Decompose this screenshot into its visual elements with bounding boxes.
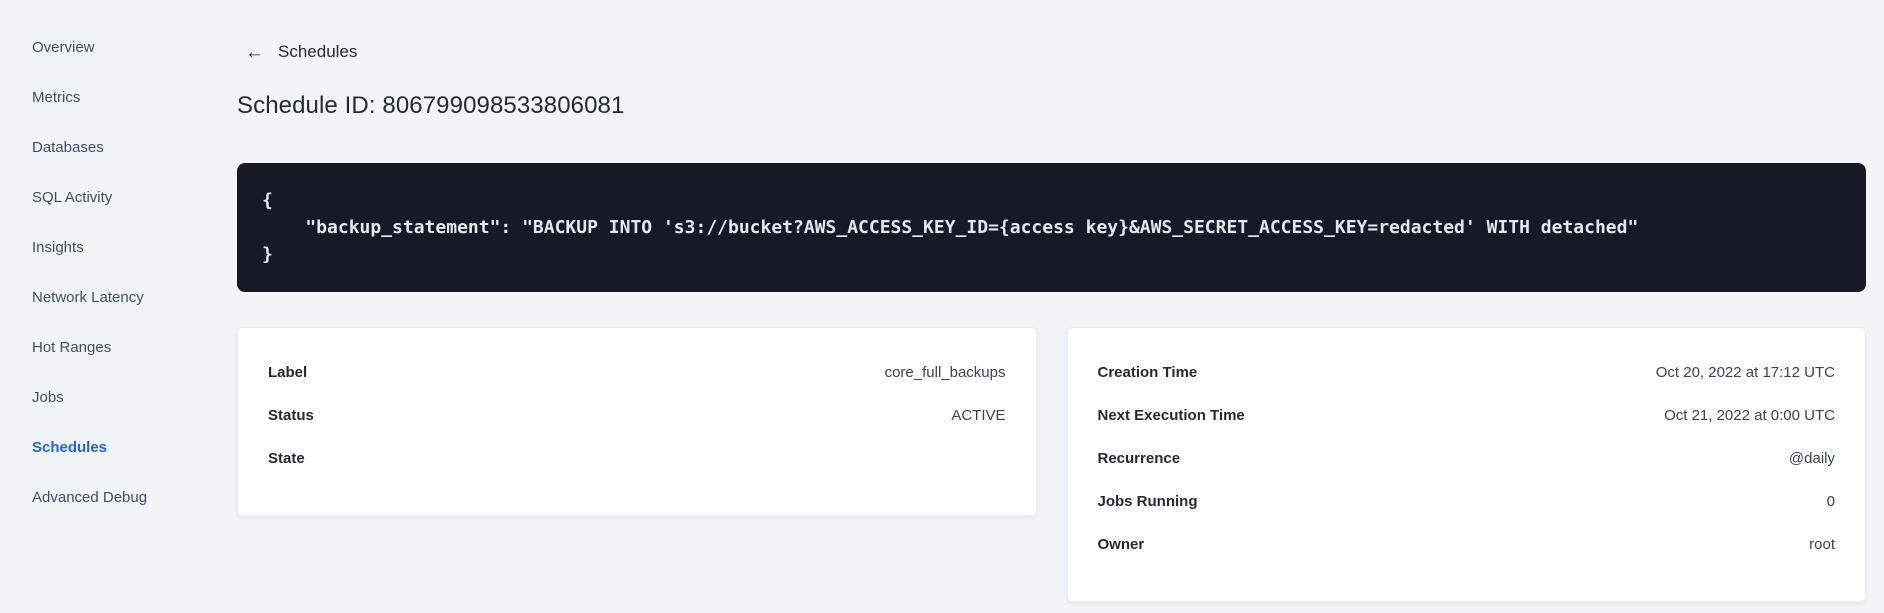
backup-statement-code-block: { "backup_statement": "BACKUP INTO 's3:/… (237, 162, 1866, 292)
creation-time-row: Creation Time Oct 20, 2022 at 17:12 UTC (1098, 351, 1836, 394)
summary-cards: Label core_full_backups Status ACTIVE St… (237, 326, 1866, 602)
sidebar-item-overview[interactable]: Overview (0, 23, 216, 73)
row-label: Label (268, 363, 308, 381)
back-arrow-icon: ← (245, 41, 264, 63)
back-link-label: Schedules (278, 42, 358, 61)
sidebar-item-sql-activity[interactable]: SQL Activity (0, 173, 216, 223)
back-to-schedules-link[interactable]: ← Schedules (245, 42, 357, 62)
row-value: ACTIVE (951, 406, 1006, 424)
schedule-info-card: Label core_full_backups Status ACTIVE St… (237, 326, 1037, 516)
row-value: Oct 21, 2022 at 0:00 UTC (1664, 406, 1835, 424)
row-label: Next Execution Time (1097, 406, 1245, 424)
code-line: "backup_statement": "BACKUP INTO 's3://b… (262, 216, 1639, 238)
sidebar-nav: Overview Metrics Databases SQL Activity … (0, 0, 216, 613)
recurrence-row: Recurrence @daily (1098, 437, 1836, 480)
sidebar-item-insights[interactable]: Insights (0, 223, 216, 273)
label-row: Label core_full_backups (268, 351, 1006, 394)
row-value: root (1809, 535, 1835, 553)
row-value: Oct 20, 2022 at 17:12 UTC (1655, 363, 1835, 381)
row-label: State (268, 449, 305, 467)
code-line: } (262, 243, 273, 265)
row-value: 0 (1826, 492, 1835, 510)
row-value: @daily (1788, 449, 1835, 467)
state-row: State (268, 437, 1006, 480)
sidebar-item-network-latency[interactable]: Network Latency (0, 273, 216, 323)
jobs-running-row: Jobs Running 0 (1098, 480, 1836, 523)
row-label: Creation Time (1097, 363, 1198, 381)
schedule-detail-page: ← Schedules Schedule ID: 806799098533806… (237, 0, 1866, 602)
status-row: Status ACTIVE (268, 394, 1006, 437)
schedule-timing-card: Creation Time Oct 20, 2022 at 17:12 UTC … (1066, 326, 1866, 602)
code-line: { (262, 189, 273, 211)
sidebar-item-hot-ranges[interactable]: Hot Ranges (0, 323, 216, 373)
sidebar-item-jobs[interactable]: Jobs (0, 373, 216, 423)
owner-row: Owner root (1098, 523, 1836, 566)
row-label: Status (268, 406, 314, 424)
row-label: Jobs Running (1097, 492, 1198, 510)
row-value: core_full_backups (884, 363, 1006, 381)
sidebar-item-databases[interactable]: Databases (0, 123, 216, 173)
next-execution-time-row: Next Execution Time Oct 21, 2022 at 0:00… (1098, 394, 1836, 437)
sidebar-item-metrics[interactable]: Metrics (0, 73, 216, 123)
row-label: Recurrence (1097, 449, 1181, 467)
page-title: Schedule ID: 806799098533806081 (237, 91, 625, 119)
sidebar-item-advanced-debug[interactable]: Advanced Debug (0, 473, 216, 523)
sidebar-item-schedules[interactable]: Schedules (0, 423, 216, 473)
row-label: Owner (1097, 535, 1145, 553)
